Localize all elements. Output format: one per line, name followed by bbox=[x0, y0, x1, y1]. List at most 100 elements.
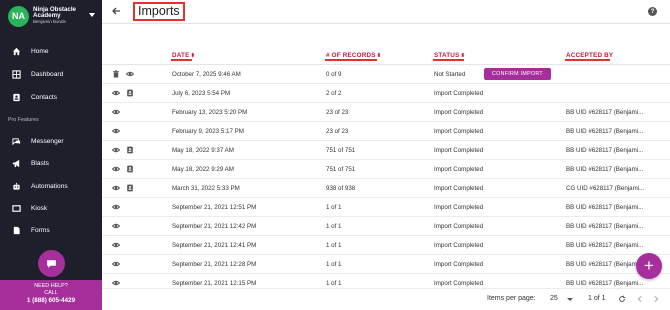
cell-date: September 21, 2021 12:42 PM bbox=[172, 223, 257, 230]
contact-card-icon[interactable] bbox=[126, 89, 134, 97]
cell-records: 23 of 23 bbox=[326, 109, 349, 116]
nav-item-forms[interactable]: Forms bbox=[0, 220, 102, 240]
section-label-pro-features: Pro Features bbox=[8, 117, 39, 123]
back-arrow-icon[interactable] bbox=[110, 5, 122, 17]
eye-icon[interactable] bbox=[112, 127, 120, 135]
robot-icon bbox=[13, 182, 20, 190]
cell-status: Import Completed bbox=[434, 242, 484, 249]
nav-item-blasts[interactable]: Blasts bbox=[0, 153, 102, 173]
eye-icon[interactable] bbox=[112, 184, 120, 192]
table-header: DATE⬍ # OF RECORDS⬍ STATUS⬍ ACCEPTED BY bbox=[102, 45, 670, 65]
cell-accepted-by: BB UID #628117 (Benjami... bbox=[566, 280, 644, 287]
cell-date: February 13, 2023 5:20 PM bbox=[172, 109, 248, 116]
table-row: May 18, 2022 9:29 AM 751 of 751 Import Com… bbox=[102, 160, 670, 179]
contact-card-icon[interactable] bbox=[126, 146, 134, 154]
cell-records: 1 of 1 bbox=[326, 261, 342, 268]
cell-accepted-by: BB UID #628117 (Benjami... bbox=[566, 128, 644, 135]
cell-accepted-by: CG UID #628117 (Benjami... bbox=[566, 185, 645, 192]
caret-down-icon[interactable] bbox=[567, 298, 573, 301]
pagination-bar: Items per page: 25 1 of 1 bbox=[102, 288, 670, 310]
eye-icon[interactable] bbox=[112, 108, 120, 116]
column-header-status[interactable]: STATUS⬍ bbox=[434, 52, 465, 59]
cell-date: May 18, 2022 9:37 AM bbox=[172, 147, 234, 154]
nav-label-contacts: Contacts bbox=[31, 93, 58, 101]
cell-date: September 21, 2021 12:15 PM bbox=[172, 280, 257, 287]
nav-item-home[interactable]: Home bbox=[0, 41, 102, 61]
table-row: February 13, 2023 5:20 PM 23 of 23 Import … bbox=[102, 103, 670, 122]
cell-records: 751 of 751 bbox=[326, 147, 356, 154]
org-name: Ninja Obstacle Academy bbox=[33, 6, 76, 20]
page-title: Imports bbox=[133, 2, 185, 21]
cell-date: March 31, 2022 5:33 PM bbox=[172, 185, 240, 192]
contact-card-icon[interactable] bbox=[126, 184, 134, 192]
contact-card-icon[interactable] bbox=[126, 165, 134, 173]
user-name: Benjamin Bonds bbox=[33, 19, 66, 25]
eye-icon[interactable] bbox=[112, 241, 120, 249]
eye-icon[interactable] bbox=[112, 260, 120, 268]
table-row: September 21, 2021 12:41 PM 1 of 1 Import … bbox=[102, 236, 670, 255]
table-row: October 7, 2025 9:46 AM 0 of 9 Not Started… bbox=[102, 65, 670, 84]
messenger-icon bbox=[12, 137, 21, 145]
contacts-icon bbox=[13, 93, 20, 101]
column-header-date[interactable]: DATE⬍ bbox=[172, 52, 195, 59]
column-underline bbox=[433, 59, 464, 61]
nav-label-kiosk: Kiosk bbox=[31, 204, 48, 212]
help-icon[interactable]: ? bbox=[648, 7, 657, 16]
help-call-label: CALL bbox=[44, 290, 58, 296]
eye-icon[interactable] bbox=[112, 146, 120, 154]
avatar: NA bbox=[8, 5, 29, 27]
eye-icon[interactable] bbox=[112, 165, 120, 173]
cell-accepted-by: BB UID #628117 (Benjami... bbox=[566, 242, 644, 249]
nav-label-automations: Automations bbox=[31, 182, 68, 190]
kiosk-icon bbox=[12, 204, 21, 212]
cell-status: Import Completed bbox=[434, 223, 484, 230]
items-per-page-select[interactable]: 25 bbox=[550, 295, 558, 302]
nav-label-messenger: Messenger bbox=[31, 137, 64, 145]
help-title: NEED HELP? bbox=[34, 283, 68, 289]
help-box: NEED HELP? CALL 1 (888) 605-4429 bbox=[0, 280, 102, 310]
column-header-records[interactable]: # OF RECORDS⬍ bbox=[326, 52, 381, 59]
cell-records: 0 of 9 bbox=[326, 71, 342, 78]
cell-accepted-by: BB UID #628117 (Benjami... bbox=[566, 166, 644, 173]
cell-status: Import Completed bbox=[434, 128, 484, 135]
cell-accepted-by: BB UID #628117 (Benjami... bbox=[566, 109, 644, 116]
help-phone-number[interactable]: 1 (888) 605-4429 bbox=[0, 297, 102, 304]
cell-accepted-by: BB UID #628117 (Benjami... bbox=[566, 223, 644, 230]
chevron-right-icon[interactable] bbox=[652, 295, 660, 303]
eye-icon[interactable] bbox=[112, 279, 120, 287]
nav-item-contacts[interactable]: Contacts bbox=[0, 87, 102, 107]
cell-accepted-by: BB UID #628117 (Benjami... bbox=[566, 261, 644, 268]
table-row: March 31, 2022 5:33 PM 938 of 938 Import C… bbox=[102, 179, 670, 198]
nav-item-dashboard[interactable]: Dashboard bbox=[0, 64, 102, 84]
cell-status: Import Completed bbox=[434, 185, 484, 192]
add-import-button[interactable]: + bbox=[636, 253, 662, 279]
chevron-left-icon[interactable] bbox=[636, 295, 644, 303]
cell-date: September 21, 2021 12:51 PM bbox=[172, 204, 257, 211]
cell-records: 1 of 1 bbox=[326, 242, 342, 249]
cell-date: October 7, 2025 9:46 AM bbox=[172, 71, 241, 78]
nav-label-blasts: Blasts bbox=[31, 159, 49, 167]
eye-icon[interactable] bbox=[112, 222, 120, 230]
megaphone-icon bbox=[12, 159, 20, 167]
table-row: September 21, 2021 12:51 PM 1 of 1 Import … bbox=[102, 198, 670, 217]
eye-icon[interactable] bbox=[112, 89, 120, 97]
column-header-accepted-by[interactable]: ACCEPTED BY bbox=[566, 52, 613, 59]
eye-icon[interactable] bbox=[112, 203, 120, 211]
nav-item-automations[interactable]: Automations bbox=[0, 176, 102, 196]
confirm-import-button[interactable]: CONFIRM IMPORT bbox=[484, 68, 551, 80]
table-row: February 9, 2023 5:17 PM 23 of 23 Import C… bbox=[102, 122, 670, 141]
caret-down-icon bbox=[89, 13, 95, 17]
account-switcher[interactable]: NA Ninja Obstacle Academy Benjamin Bonds bbox=[0, 0, 102, 32]
refresh-icon[interactable] bbox=[618, 295, 626, 303]
trash-icon[interactable] bbox=[112, 70, 120, 78]
dashboard-icon bbox=[12, 69, 21, 79]
nav-label-home: Home bbox=[31, 47, 49, 55]
cell-records: 1 of 1 bbox=[326, 223, 342, 230]
nav-item-kiosk[interactable]: Kiosk bbox=[0, 198, 102, 218]
nav-item-messenger[interactable]: Messenger bbox=[0, 131, 102, 151]
eye-icon[interactable] bbox=[126, 70, 134, 78]
cell-date: September 21, 2021 12:28 PM bbox=[172, 261, 257, 268]
cell-status: Import Completed bbox=[434, 90, 484, 97]
chat-button[interactable] bbox=[38, 250, 65, 277]
column-underline bbox=[325, 59, 377, 61]
